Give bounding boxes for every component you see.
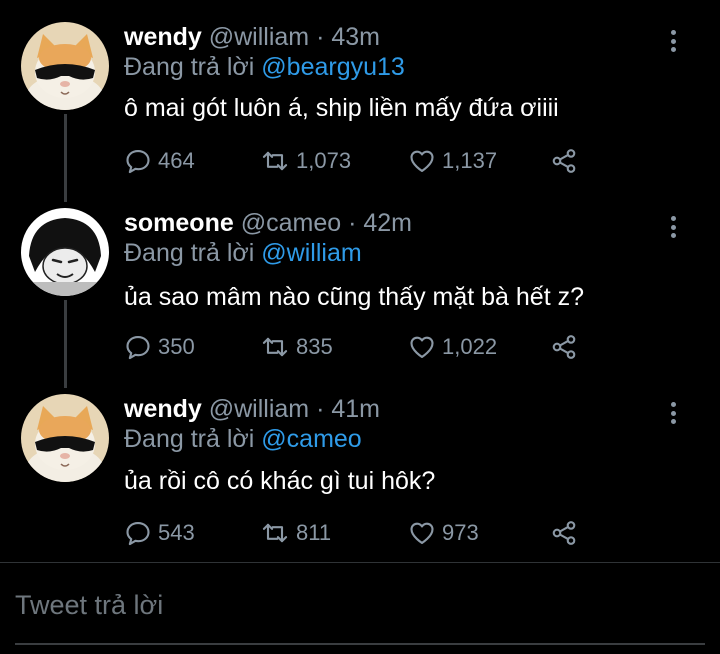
dot-icon [670, 410, 676, 416]
heart-icon [410, 522, 434, 544]
tweet-header: someone @cameo · 42m [124, 208, 412, 238]
dot-icon [670, 216, 676, 221]
share-button[interactable] [550, 332, 578, 362]
reply-button[interactable]: 543 [124, 518, 195, 548]
dot-icon [670, 402, 676, 407]
tweet-actions: 464 1,073 1,137 [124, 146, 584, 176]
more-options-button[interactable] [664, 212, 682, 242]
dot-icon [670, 419, 676, 424]
user-handle[interactable]: @william [209, 23, 309, 51]
reply-button[interactable]: 350 [124, 332, 195, 362]
like-button[interactable]: 1,137 [408, 146, 497, 176]
display-name[interactable]: wendy [124, 395, 202, 423]
reply-button[interactable]: 464 [124, 146, 195, 176]
reply-count: 464 [158, 148, 195, 173]
retweet-button[interactable]: 835 [260, 332, 333, 362]
reply-input-underline [15, 643, 705, 645]
dot-icon [670, 47, 676, 52]
tweet[interactable]: wendy @william · 41m Đang trả lời @cameo… [0, 392, 720, 578]
tweet-text: ô mai gót luôn á, ship liền mấy đứa ơiii… [124, 94, 559, 122]
tweet-text: ủa rồi cô có khác gì tui hôk? [124, 467, 436, 495]
user-handle[interactable]: @cameo [241, 209, 341, 237]
share-icon [552, 335, 576, 359]
more-options-button[interactable] [664, 398, 682, 428]
like-count: 973 [442, 520, 479, 545]
dot-icon [670, 30, 676, 35]
display-name[interactable]: someone [124, 209, 234, 237]
dot-icon [670, 224, 676, 230]
tweet[interactable]: someone @cameo · 42m Đang trả lời @willi… [0, 206, 720, 392]
mention-link[interactable]: @cameo [261, 425, 361, 453]
retweet-count: 835 [296, 334, 333, 359]
replying-prefix: Đang trả lời [124, 53, 255, 81]
more-options-button[interactable] [664, 26, 682, 56]
timestamp[interactable]: 41m [331, 395, 380, 423]
heart-icon [410, 150, 434, 172]
replying-to: Đang trả lời @william [124, 238, 362, 268]
replying-to: Đang trả lời @beargyu13 [124, 52, 405, 82]
like-button[interactable]: 1,022 [408, 332, 497, 362]
share-icon [552, 149, 576, 173]
tweet-text: ủa sao mâm nào cũng thấy mặt bà hết z? [124, 283, 584, 311]
retweet-button[interactable]: 1,073 [260, 146, 351, 176]
user-handle[interactable]: @william [209, 395, 309, 423]
replying-prefix: Đang trả lời [124, 239, 255, 267]
avatar[interactable] [21, 208, 109, 296]
tweet-actions: 350 835 1,022 [124, 332, 584, 362]
like-count: 1,137 [442, 148, 498, 173]
like-button[interactable]: 973 [408, 518, 479, 548]
tweet[interactable]: wendy @william · 43m Đang trả lời @bearg… [0, 20, 720, 206]
heart-icon [410, 336, 434, 358]
retweet-count: 811 [296, 520, 332, 545]
like-count: 1,022 [442, 334, 498, 359]
mention-link[interactable]: @william [261, 239, 361, 267]
retweet-button[interactable]: 811 [260, 518, 331, 548]
reply-count: 543 [158, 520, 195, 545]
retweet-icon [262, 337, 288, 357]
reply-count: 350 [158, 334, 195, 359]
reply-compose-bar[interactable]: Tweet trả lời [0, 563, 720, 654]
replying-to: Đang trả lời @cameo [124, 424, 362, 454]
display-name[interactable]: wendy [124, 23, 202, 51]
share-button[interactable] [550, 146, 578, 176]
sunglasses-cat-icon [21, 22, 109, 110]
separator: · [348, 209, 357, 237]
share-icon [552, 521, 576, 545]
retweet-icon [262, 523, 288, 543]
tweet-actions: 543 811 973 [124, 518, 584, 548]
share-button[interactable] [550, 518, 578, 548]
dot-icon [670, 38, 676, 44]
separator: · [316, 23, 325, 51]
separator: · [316, 395, 325, 423]
reply-icon [126, 336, 150, 360]
reply-icon [126, 150, 150, 174]
tweet-header: wendy @william · 43m [124, 22, 380, 52]
meme-face-icon [21, 208, 109, 296]
mention-link[interactable]: @beargyu13 [261, 53, 405, 81]
replying-prefix: Đang trả lời [124, 425, 255, 453]
dot-icon [670, 233, 676, 238]
timestamp[interactable]: 42m [363, 209, 412, 237]
sunglasses-cat-icon [21, 394, 109, 482]
avatar[interactable] [21, 22, 109, 110]
tweet-header: wendy @william · 41m [124, 394, 380, 424]
timestamp[interactable]: 43m [331, 23, 380, 51]
avatar[interactable] [21, 394, 109, 482]
retweet-icon [262, 151, 288, 171]
retweet-count: 1,073 [296, 148, 352, 173]
reply-input-placeholder[interactable]: Tweet trả lời [15, 590, 163, 621]
reply-icon [126, 522, 150, 546]
